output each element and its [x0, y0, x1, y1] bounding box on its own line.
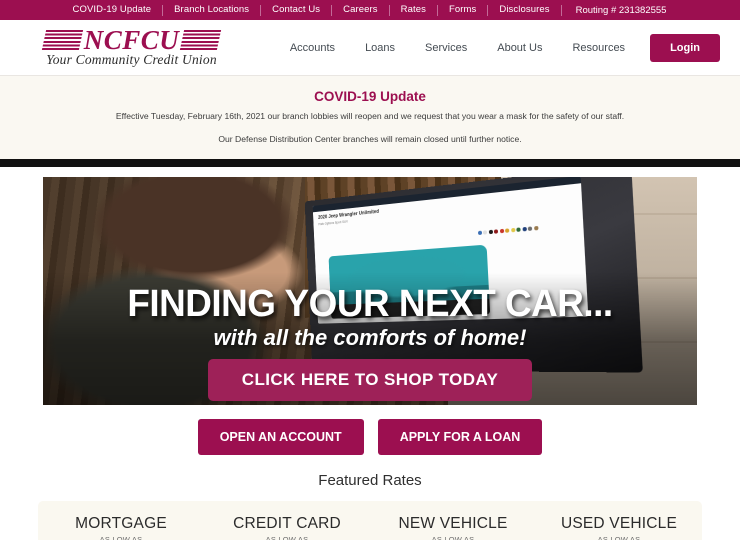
utility-separator: [388, 4, 390, 16]
utility-separator: [436, 4, 438, 16]
utility-separator: [162, 4, 164, 16]
rate-card-used-vehicle[interactable]: USED VEHICLE AS LOW AS 3.24%: [536, 515, 702, 540]
featured-rates-section: MORTGAGE AS LOW AS 3.410% CREDIT CARD AS…: [0, 501, 740, 540]
rate-name: MORTGAGE: [75, 515, 167, 533]
covid-notice-title: COVID-19 Update: [314, 89, 426, 104]
rate-qualifier: AS LOW AS: [99, 535, 143, 540]
hero-banner[interactable]: 2020 Jeep Wrangler Unlimited Park Option…: [43, 177, 697, 406]
rate-card-credit-card[interactable]: CREDIT CARD AS LOW AS 6.90%: [204, 515, 370, 540]
featured-rates-title: Featured Rates: [0, 455, 740, 502]
site-header: NCFCU Your Community Credit Union Accoun…: [0, 20, 740, 76]
hero-subheadline: with all the comforts of home!: [213, 324, 527, 350]
rate-qualifier: AS LOW AS: [597, 535, 641, 540]
routing-number: Routing # 231382555: [575, 4, 667, 16]
logo-wordmark: NCFCU: [83, 25, 180, 55]
nav-item-resources[interactable]: Resources: [557, 42, 640, 54]
utility-link-forms[interactable]: Forms: [438, 0, 487, 20]
utility-separator: [487, 4, 489, 16]
utility-link-careers[interactable]: Careers: [332, 0, 389, 20]
utility-separator: [560, 4, 562, 16]
nav-item-services[interactable]: Services: [410, 42, 482, 54]
rate-name: NEW VEHICLE: [398, 515, 508, 533]
utility-link-branch-locations[interactable]: Branch Locations: [163, 0, 260, 20]
hero-shop-button[interactable]: CLICK HERE TO SHOP TODAY: [207, 359, 533, 402]
utility-separator: [260, 4, 262, 16]
apply-loan-button[interactable]: APPLY FOR A LOAN: [377, 419, 543, 456]
rates-panel: MORTGAGE AS LOW AS 3.410% CREDIT CARD AS…: [38, 501, 702, 540]
covid-notice-line-1: Effective Tuesday, February 16th, 2021 o…: [115, 111, 625, 121]
logo-wordmark-row: NCFCU: [41, 25, 222, 55]
covid-notice-line-2: Our Defense Distribution Center branches…: [218, 133, 522, 144]
rate-card-mortgage[interactable]: MORTGAGE AS LOW AS 3.410%: [38, 515, 204, 540]
open-account-button[interactable]: OPEN AN ACCOUNT: [197, 419, 364, 456]
nav-item-loans[interactable]: Loans: [350, 42, 410, 54]
cta-button-row: OPEN AN ACCOUNT APPLY FOR A LOAN: [0, 405, 740, 456]
logo-stripes-left-icon: [41, 30, 83, 50]
rate-name: CREDIT CARD: [233, 515, 341, 533]
logo[interactable]: NCFCU Your Community Credit Union: [41, 25, 222, 68]
rate-card-new-vehicle[interactable]: NEW VEHICLE AS LOW AS 2.99%: [370, 515, 536, 540]
rate-qualifier: AS LOW AS: [265, 535, 309, 540]
nav-item-about-us[interactable]: About Us: [482, 42, 557, 54]
login-button[interactable]: Login: [650, 33, 720, 62]
rate-name: USED VEHICLE: [560, 515, 678, 533]
utility-link-disclosures[interactable]: Disclosures: [488, 0, 560, 20]
hero-headline: FINDING YOUR NEXT CAR...: [127, 282, 613, 325]
utility-bar: COVID-19 Update Branch Locations Contact…: [0, 0, 740, 20]
utility-link-covid[interactable]: COVID-19 Update: [62, 0, 163, 20]
logo-tagline: Your Community Credit Union: [46, 52, 217, 67]
logo-stripes-right-icon: [180, 30, 222, 50]
nav-item-accounts[interactable]: Accounts: [275, 42, 350, 54]
hero-copy: FINDING YOUR NEXT CAR... with all the co…: [43, 285, 697, 402]
utility-link-contact-us[interactable]: Contact Us: [261, 0, 331, 20]
main-navigation: Accounts Loans Services About Us Resourc…: [275, 33, 720, 62]
rate-qualifier: AS LOW AS: [431, 535, 475, 540]
hero-section: 2020 Jeep Wrangler Unlimited Park Option…: [0, 167, 740, 406]
divider-band: [0, 159, 740, 168]
utility-separator: [331, 4, 333, 16]
utility-link-rates[interactable]: Rates: [390, 0, 437, 20]
covid-notice: COVID-19 Update Effective Tuesday, Febru…: [0, 76, 740, 160]
